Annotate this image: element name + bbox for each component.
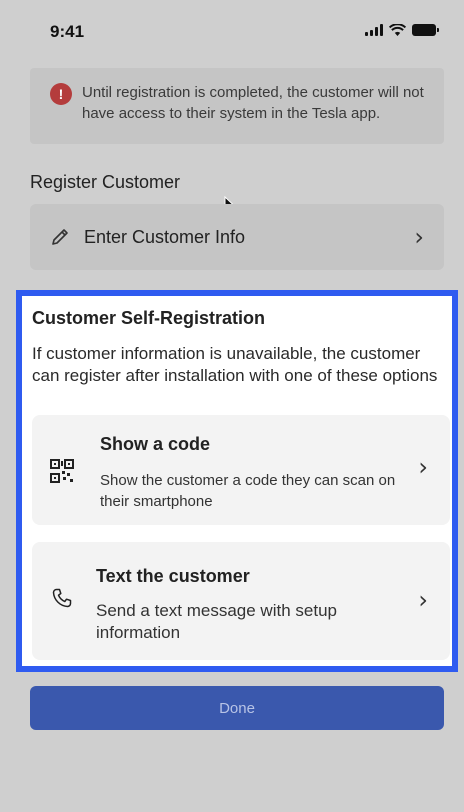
app-screen: 9:41 ! Until registration is completed, …: [0, 0, 464, 812]
qr-code-icon: [50, 459, 74, 483]
self-registration-description: If customer information is unavailable, …: [32, 344, 438, 385]
pencil-icon: [52, 229, 68, 245]
status-icons: [365, 24, 439, 36]
wifi-icon: [389, 24, 406, 36]
register-customer-heading: Register Customer: [30, 172, 181, 192]
text-customer-subtitle: Send a text message with setup informati…: [96, 601, 337, 642]
battery-icon: [412, 24, 439, 36]
status-bar: 9:41: [0, 0, 464, 60]
text-customer-title: Text the customer: [96, 566, 250, 586]
chevron-right-icon: ›: [418, 453, 428, 481]
show-code-subtitle: Show the customer a code they can scan o…: [100, 472, 396, 510]
signal-icon: [365, 24, 383, 36]
warning-text: Until registration is completed, the cus…: [82, 84, 424, 122]
self-registration-panel: Customer Self-Registration If customer i…: [16, 290, 458, 672]
chevron-right-icon: ›: [418, 586, 428, 614]
phone-icon: [52, 588, 72, 608]
show-code-option[interactable]: Show a code Show the customer a code the…: [32, 415, 450, 525]
enter-customer-info-button[interactable]: Enter Customer Info ›: [30, 204, 444, 270]
text-customer-option[interactable]: Text the customer Send a text message wi…: [32, 542, 450, 660]
chevron-right-icon: ›: [414, 223, 424, 251]
done-button[interactable]: Done: [30, 686, 444, 730]
self-registration-title: Customer Self-Registration: [32, 308, 266, 328]
alert-icon: !: [50, 83, 72, 105]
status-time: 9:41: [50, 22, 85, 41]
show-code-title: Show a code: [100, 434, 211, 454]
registration-warning-banner: ! Until registration is completed, the c…: [30, 68, 444, 144]
enter-customer-info-label: Enter Customer Info: [84, 226, 246, 247]
